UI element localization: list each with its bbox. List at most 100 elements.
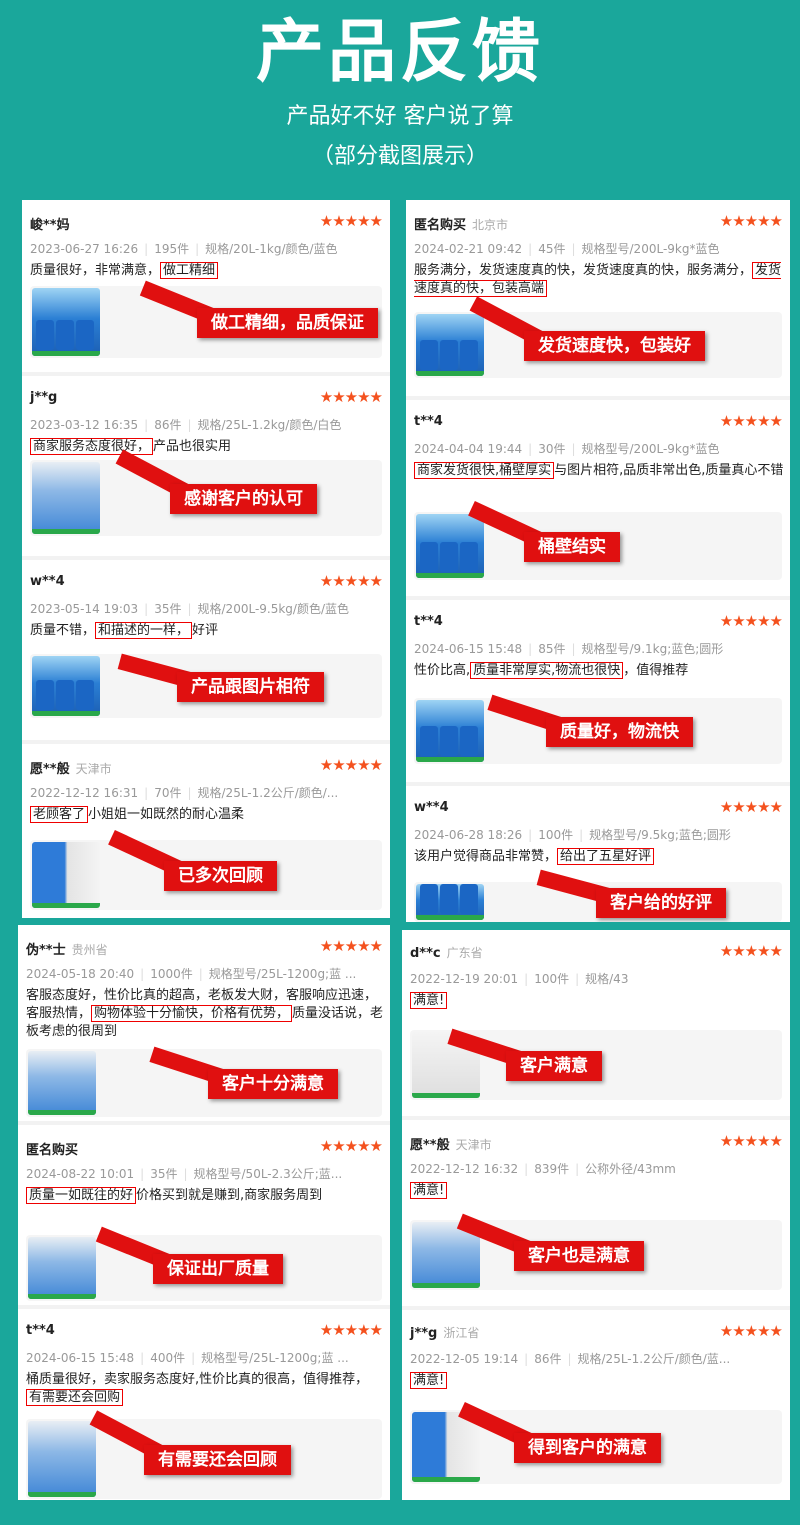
meta-separator: | (567, 1352, 572, 1366)
product-photo[interactable] (28, 1237, 96, 1299)
drum-icon (440, 726, 458, 756)
highlight-callout: 客户也是满意 (514, 1241, 644, 1271)
review-date: 2024-08-22 10:01 (26, 1167, 135, 1181)
highlight-callout: 产品跟图片相符 (177, 672, 324, 702)
product-photo[interactable] (32, 656, 100, 716)
review-panel-left-bottom: 伪**士 贵州省 ★★★★★ 2024-05-18 20:40 | 1000件 | 规格型号/… (18, 925, 390, 1500)
review-meta: 2022-12-12 16:31 | 70件 | 规格/25L-1.2公斤/颜色/... (30, 784, 338, 801)
review-text-pre: 该用户觉得商品非常赞， (414, 849, 558, 864)
product-photo[interactable] (416, 514, 484, 578)
review-card: 峻**妈 ★★★★★ 2023-06-27 16:26 | 195件 | 规格/20L-1k… (22, 200, 390, 372)
product-photo[interactable] (416, 314, 484, 376)
review-highlight: 商家服务态度很好， (30, 438, 154, 455)
order-quantity: 86件 (154, 418, 182, 432)
review-text-post: 产品也很实用 (153, 439, 232, 454)
page-subtitle: 产品好不好 客户说了算 (286, 104, 514, 129)
order-quantity: 400件 (150, 1351, 186, 1365)
product-photo[interactable] (416, 700, 484, 762)
review-text: 老顾客了 小姐姐一如既然的耐心温柔 (30, 806, 384, 824)
meta-separator: | (528, 442, 533, 456)
photo-band (412, 1283, 480, 1288)
reviewer-name: w**4 (30, 574, 65, 589)
review-card: 愿**般 天津市 ★★★★★ 2022-12-12 16:32 | 839件 | 公称外径/4… (402, 1120, 790, 1306)
review-highlight: 给出了五星好评 (557, 848, 655, 865)
photo-band (28, 1110, 96, 1115)
review-text-pre: 质量很好，非常满意， (30, 263, 161, 278)
meta-separator: | (195, 242, 200, 256)
product-spec: 规格型号/9.1kg;蓝色;圆形 (581, 642, 724, 656)
reviewer-name: j**g (30, 390, 57, 405)
product-spec: 公称外径/43mm (585, 1162, 676, 1176)
order-quantity: 70件 (154, 786, 182, 800)
photo-band (32, 903, 100, 908)
reviewer-username: w**4 (30, 574, 65, 589)
reviewer-username: w**4 (414, 800, 449, 815)
order-quantity: 100件 (538, 828, 574, 842)
review-text: 满意! (410, 992, 784, 1010)
product-photo[interactable] (32, 842, 100, 908)
meta-separator: | (183, 1167, 188, 1181)
reviewer-username: 峻**妈 (30, 218, 70, 233)
order-quantity: 35件 (154, 602, 182, 616)
meta-separator: | (571, 442, 576, 456)
review-text: 商家发货很快,桶壁厚实 与图片相符,品质非常出色,质量真心不错 (414, 462, 784, 480)
review-text: 性价比高, 质量非常厚实,物流也很快 ，值得推荐 (414, 662, 784, 680)
reviewer-username: t**4 (414, 414, 443, 429)
review-text-pre: 性价比高, (414, 663, 471, 678)
photo-band (32, 351, 100, 356)
reviewer-name: t**4 (414, 414, 443, 429)
review-meta: 2024-05-18 20:40 | 1000件 | 规格型号/25L-1200g;蓝 … (26, 965, 356, 982)
product-spec: 规格/25L-1.2公斤/颜色/蓝... (577, 1352, 731, 1366)
photo-band (28, 1492, 96, 1497)
drum-icon (56, 680, 74, 710)
product-photo[interactable] (32, 462, 100, 534)
order-quantity: 86件 (534, 1352, 562, 1366)
review-card: 匿名购买 北京市 ★★★★★ 2024-02-21 09:42 | 45件 | 规格型号/20… (406, 200, 790, 396)
product-spec: 规格/20L-1kg/颜色/蓝色 (205, 242, 338, 256)
product-photo[interactable] (416, 884, 484, 920)
meta-separator: | (144, 418, 149, 432)
star-rating-icon: ★★★★★ (319, 937, 383, 955)
review-text: 该用户觉得商品非常赞， 给出了五星好评 (414, 848, 784, 866)
reviewer-username: j**g (410, 1326, 438, 1341)
review-panel-left-top: 峻**妈 ★★★★★ 2023-06-27 16:26 | 195件 | 规格/20L-1k… (22, 200, 390, 918)
review-card: j**g 浙江省 ★★★★★ 2022-12-05 19:14 | 86件 | 规格/25L-… (402, 1310, 790, 1500)
reviewer-location: 广东省 (446, 946, 483, 960)
review-date: 2024-06-15 15:48 (26, 1351, 135, 1365)
highlight-callout: 已多次回顾 (164, 861, 277, 891)
meta-separator: | (579, 828, 584, 842)
review-card: t**4 ★★★★★ 2024-04-04 19:44 | 30件 | 规格型号/200L-… (406, 400, 790, 596)
highlight-callout: 保证出厂质量 (153, 1254, 283, 1284)
star-rating-icon: ★★★★★ (719, 612, 783, 630)
highlight-callout: 感谢客户的认可 (170, 484, 317, 514)
star-rating-icon: ★★★★★ (319, 212, 383, 230)
order-quantity: 85件 (538, 642, 566, 656)
review-meta: 2023-06-27 16:26 | 195件 | 规格/20L-1kg/颜色/蓝色 (30, 240, 338, 257)
product-photo[interactable] (28, 1051, 96, 1115)
meta-separator: | (524, 1352, 529, 1366)
review-card: w**4 ★★★★★ 2024-06-28 18:26 | 100件 | 规格型号/9.5k… (406, 786, 790, 922)
review-text-post: 好评 (192, 623, 219, 638)
reviewer-name: d**c 广东省 (410, 944, 483, 961)
reviewer-name: 匿名购买 (26, 1139, 78, 1158)
drum-icon (36, 320, 54, 350)
review-highlight: 商家发货很快,桶壁厚实 (414, 462, 555, 479)
reviewer-name: 愿**般 天津市 (410, 1134, 492, 1153)
reviewer-username: 匿名购买 (414, 218, 467, 233)
meta-separator: | (187, 786, 192, 800)
product-spec: 规格/200L-9.5kg/颜色/蓝色 (197, 602, 350, 616)
product-photo[interactable] (412, 1412, 480, 1482)
product-photo[interactable] (28, 1421, 96, 1497)
drum-icon (420, 884, 438, 914)
reviewer-username: t**4 (414, 614, 443, 629)
review-meta: 2024-06-15 15:48 | 85件 | 规格型号/9.1kg;蓝色;圆形 (414, 640, 723, 657)
review-card: j**g ★★★★★ 2023-03-12 16:35 | 86件 | 规格/25L-1.2… (22, 376, 390, 556)
review-meta: 2022-12-05 19:14 | 86件 | 规格/25L-1.2公斤/颜色/蓝..… (410, 1350, 730, 1367)
meta-separator: | (144, 242, 149, 256)
drum-icon (420, 726, 438, 756)
reviewer-name: w**4 (414, 800, 449, 815)
photo-band (412, 1477, 480, 1482)
review-date: 2022-12-12 16:32 (410, 1162, 519, 1176)
product-photo[interactable] (32, 288, 100, 356)
reviewer-location: 贵州省 (71, 943, 108, 957)
